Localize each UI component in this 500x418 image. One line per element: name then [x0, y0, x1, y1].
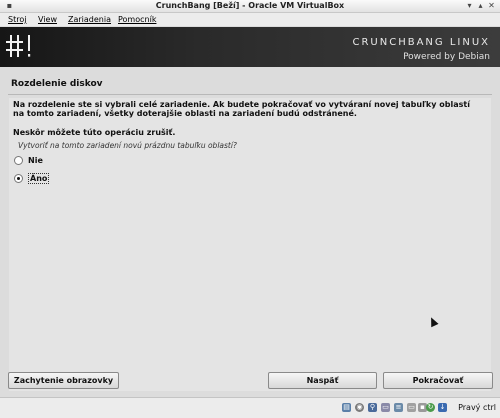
radio-yes[interactable]: [14, 174, 23, 183]
vm-screen[interactable]: CRUNCHBANG LINUX Powered by Debian Rozde…: [0, 27, 500, 397]
option-no-label[interactable]: Nie: [28, 156, 43, 165]
window-titlebar: CrunchBang [Beží] - Oracle VM VirtualBox…: [0, 0, 500, 13]
vm-statusbar: ▤ ◉ ⚲ ▭ ≡ ▭ ▪ ↻ ↓ Pravý ctrl: [0, 397, 500, 418]
installer-panel: Na rozdelenie ste si vybrali celé zariad…: [9, 98, 491, 391]
section-divider: [8, 94, 492, 95]
menu-stroj[interactable]: Stroj: [8, 13, 26, 26]
window-title: CrunchBang [Beží] - Oracle VM VirtualBox: [155, 1, 345, 10]
menu-pomocnik[interactable]: Pomocník: [118, 13, 156, 26]
shared-folder-icon[interactable]: ▭: [381, 403, 390, 412]
section-title: Rozdelenie diskov: [11, 79, 103, 89]
option-no[interactable]: Nie: [14, 156, 43, 165]
option-yes[interactable]: Áno: [14, 173, 50, 184]
hdd-icon[interactable]: ▤: [342, 403, 351, 412]
cdrom-icon[interactable]: ◉: [355, 403, 364, 412]
network-icon[interactable]: ≡: [394, 403, 403, 412]
back-button[interactable]: Naspäť: [268, 372, 377, 389]
warning-message: Na rozdelenie ste si vybrali celé zariad…: [13, 100, 470, 118]
continue-button[interactable]: Pokračovať: [383, 372, 493, 389]
menu-view[interactable]: View: [38, 13, 57, 26]
powered-by: Powered by Debian: [403, 52, 490, 62]
menu-zariadenia[interactable]: Zariadenia: [68, 13, 111, 26]
brand-title: CRUNCHBANG LINUX: [352, 37, 490, 48]
question-prompt: Vytvoriť na tomto zariadení novú prázdnu…: [18, 141, 237, 150]
host-key-arrow-icon[interactable]: ↓: [438, 403, 447, 412]
display-icon[interactable]: ▭: [407, 403, 416, 412]
window-menu-icon[interactable]: ▪: [5, 1, 14, 10]
maximize-icon[interactable]: ▴: [476, 1, 485, 10]
radio-no[interactable]: [14, 156, 23, 165]
menu-bar: Stroj View Zariadenia Pomocník: [0, 13, 500, 26]
host-key-label: Pravý ctrl: [458, 403, 496, 412]
minimize-icon[interactable]: ▾: [465, 1, 474, 10]
screenshot-button[interactable]: Zachytenie obrazovky: [8, 372, 119, 389]
crunchbang-logo-icon: [6, 35, 31, 57]
close-icon[interactable]: ✕: [487, 1, 496, 10]
usb-icon[interactable]: ⚲: [368, 403, 377, 412]
mouse-integration-icon[interactable]: ↻: [426, 403, 435, 412]
undo-note: Neskôr môžete túto operáciu zrušiť.: [13, 128, 176, 137]
installer-banner: CRUNCHBANG LINUX Powered by Debian: [0, 27, 500, 67]
option-yes-label[interactable]: Áno: [28, 173, 50, 184]
